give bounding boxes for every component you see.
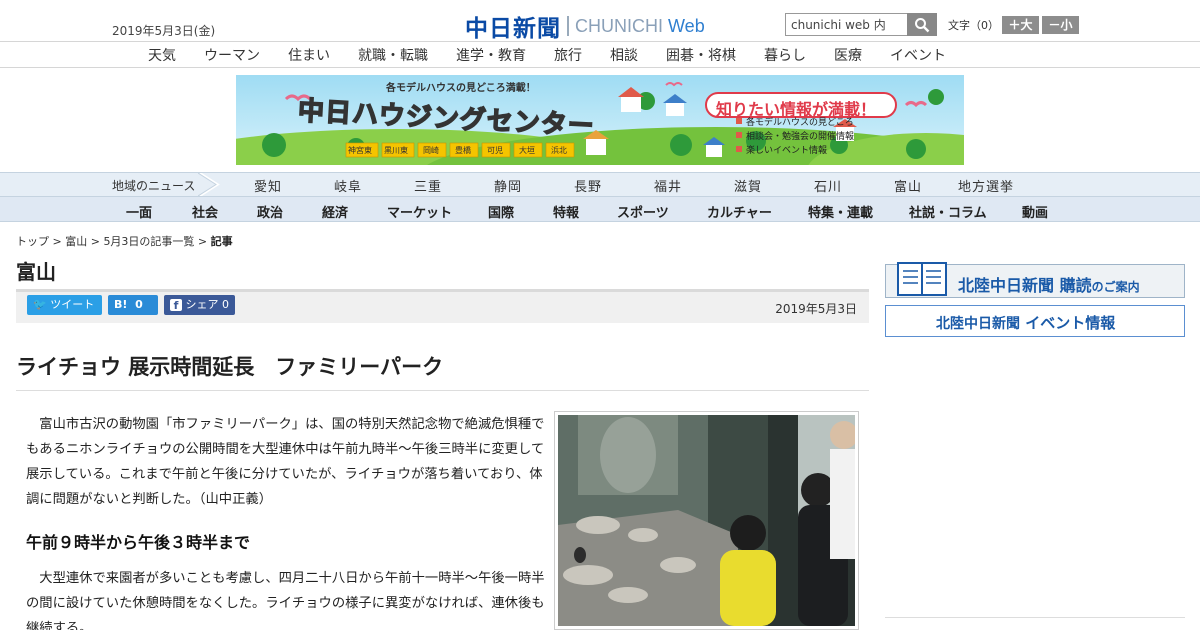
region-item[interactable]: 静岡 — [494, 176, 522, 195]
tweet-button[interactable]: 🐦 ツイート — [27, 295, 102, 315]
chevron-right-icon — [198, 173, 220, 196]
font-size-label: 文字（0） — [948, 19, 999, 32]
sidebar-event-banner[interactable]: 北陸中日新聞 イベント情報 — [885, 305, 1185, 337]
site-search — [785, 13, 937, 36]
category-item[interactable]: 経済 — [322, 202, 348, 221]
share-bar: 🐦 ツイート B! 0 f シェア 0 2019年5月3日 — [16, 289, 869, 323]
nav-item[interactable]: 囲碁・将棋 — [666, 45, 736, 65]
font-smaller-button[interactable]: －小 — [1042, 16, 1079, 34]
nav-item[interactable]: 就職・転職 — [358, 45, 428, 65]
nav-item[interactable]: 住まい — [288, 45, 330, 65]
facebook-icon: f — [170, 299, 182, 312]
category-item[interactable]: 社説・コラム — [909, 202, 987, 221]
site-header: 2019年5月3日(金) 中日新聞 CHUNICHI Web 文字（0） ＋大 … — [0, 0, 1200, 42]
category-item[interactable]: スポーツ — [617, 202, 669, 221]
category-item[interactable]: 国際 — [488, 202, 514, 221]
divider — [885, 617, 1185, 618]
site-logo[interactable]: 中日新聞 CHUNICHI Web — [465, 9, 705, 43]
breadcrumb: トップ > 富山 > 5月3日の記事一覧 > 記事 — [16, 235, 233, 248]
region-item[interactable]: 滋賀 — [734, 176, 762, 195]
nav-item[interactable]: 天気 — [148, 45, 176, 65]
nav-item[interactable]: 相談 — [610, 45, 638, 65]
article-paragraph-2: 大型連休で来園者が多いことも考慮し、四月二十八日から午前十一時半～午後一時半の間… — [26, 571, 545, 630]
region-item[interactable]: 長野 — [574, 176, 602, 195]
category-item[interactable]: マーケット — [387, 202, 452, 221]
search-button[interactable] — [907, 13, 937, 36]
region-item[interactable]: 三重 — [414, 176, 442, 195]
region-nav: 地域のニュース 愛知 岐阜 三重 静岡 長野 福井 滋賀 石川 富山 地方選挙 — [0, 172, 1200, 197]
logo-jp: 中日新聞 — [465, 16, 561, 42]
hatena-bookmark-button[interactable]: B! 0 — [108, 295, 158, 315]
article-photo[interactable] — [554, 411, 859, 630]
facebook-share-button[interactable]: f シェア 0 — [164, 295, 235, 315]
breadcrumb-list[interactable]: 5月3日の記事一覧 — [103, 235, 194, 248]
article-date: 2019年5月3日 — [775, 302, 857, 316]
article-subheading: 午前９時半から午後３時半まで — [26, 533, 251, 552]
event-banner-text: 北陸中日新聞 イベント情報 — [936, 314, 1116, 332]
nav-item[interactable]: 暮らし — [764, 45, 806, 65]
region-item[interactable]: 福井 — [654, 176, 682, 195]
logo-separator — [567, 16, 569, 36]
region-item[interactable]: 愛知 — [254, 176, 282, 195]
category-nav: 一面 社会 政治 経済 マーケット 国際 特報 スポーツ カルチャー 特集・連載… — [0, 197, 1200, 222]
banner-top-text: 各モデルハウスの見どころ満載！ — [386, 83, 536, 94]
region-nav-label: 地域のニュース — [112, 179, 196, 193]
logo-en: CHUNICHI Web — [575, 15, 705, 36]
category-item[interactable]: 社会 — [192, 202, 218, 221]
article-headline: ライチョウ 展示時間延長 ファミリーパーク — [16, 355, 444, 379]
header-date: 2019年5月3日(金) — [112, 24, 216, 38]
sidebar-subscription-banner[interactable]: 北陸中日新聞 購読のご案内 — [885, 262, 1185, 298]
category-item[interactable]: 動画 — [1022, 202, 1048, 221]
nav-item[interactable]: 医療 — [834, 45, 862, 65]
subscription-banner-text: 北陸中日新聞 購読のご案内 — [958, 276, 1140, 295]
nav-item[interactable]: 旅行 — [554, 45, 582, 65]
category-item[interactable]: 一面 — [126, 202, 152, 221]
category-item[interactable]: 特集・連載 — [808, 202, 873, 221]
category-item[interactable]: 政治 — [257, 202, 283, 221]
category-item[interactable]: カルチャー — [707, 202, 772, 221]
region-item[interactable]: 富山 — [894, 176, 922, 195]
article-paragraph-1: 富山市古沢の動物園「市ファミリーパーク」は、国の特別天然記念物で絶滅危惧種でもあ… — [26, 417, 545, 507]
font-larger-button[interactable]: ＋大 — [1002, 16, 1039, 34]
main-nav: 天気 ウーマン 住まい 就職・転職 進学・教育 旅行 相談 囲碁・将棋 暮らし … — [0, 42, 1200, 68]
banner-bullets: 各モデルハウスの見どころ 相談会・勉強会の開催情報 楽しいイベント情報 — [746, 118, 855, 156]
region-item[interactable]: 岐阜 — [334, 176, 362, 195]
hatena-icon: B! — [114, 298, 128, 311]
nav-item[interactable]: ウーマン — [204, 45, 260, 65]
nav-item[interactable]: イベント — [890, 45, 946, 65]
twitter-icon: 🐦 — [33, 298, 47, 311]
photo-ptarmigan-exhibit — [558, 415, 855, 626]
breadcrumb-current: 記事 — [210, 235, 233, 248]
region-item[interactable]: 地方選挙 — [958, 176, 1014, 195]
ad-banner-housing[interactable]: 各モデルハウスの見どころ満載！ 中日ハウジングセンター 知りたい情報が満載！ 神… — [236, 75, 964, 165]
breadcrumb-region[interactable]: 富山 — [65, 235, 87, 248]
nav-item[interactable]: 進学・教育 — [456, 45, 526, 65]
newspaper-icon — [897, 262, 947, 296]
divider — [16, 390, 869, 391]
region-item[interactable]: 石川 — [814, 176, 842, 195]
category-item[interactable]: 特報 — [553, 202, 579, 221]
search-icon — [915, 17, 930, 32]
search-input[interactable] — [786, 14, 906, 35]
page-title: 富山 — [16, 260, 56, 284]
breadcrumb-top[interactable]: トップ — [16, 235, 49, 248]
